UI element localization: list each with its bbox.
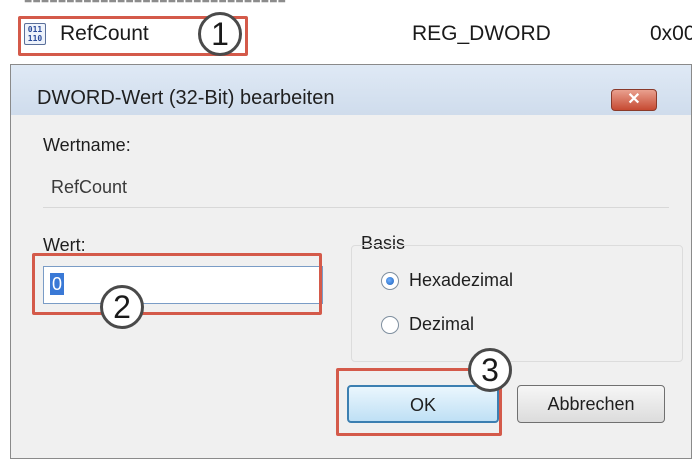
callout-1: 1 [198, 12, 242, 56]
callout-3: 3 [468, 348, 512, 392]
registry-row-data: 0x00 [650, 22, 692, 45]
highlight-box-value [32, 253, 322, 315]
registry-row-type: REG_DWORD [412, 22, 551, 45]
value-name-field: RefCount [43, 167, 669, 208]
hex-radio-label[interactable]: Hexadezimal [409, 270, 513, 291]
cancel-button[interactable]: Abbrechen [517, 385, 665, 423]
dialog-title: DWORD-Wert (32-Bit) bearbeiten [37, 87, 335, 109]
base-groupbox [351, 245, 683, 362]
close-icon: ✕ [627, 91, 641, 108]
hex-radio[interactable] [381, 272, 399, 290]
decimal-radio-label[interactable]: Dezimal [409, 314, 474, 335]
callout-2: 2 [100, 285, 144, 329]
close-button[interactable]: ✕ [611, 89, 657, 111]
dialog-titlebar: DWORD-Wert (32-Bit) bearbeiten ✕ [11, 65, 691, 115]
decimal-radio[interactable] [381, 316, 399, 334]
value-name-label: Wertname: [43, 135, 131, 155]
value-name-text: RefCount [51, 177, 128, 197]
registry-previous-row-fragment: ■■■■■■■■■■■■■■■■■■■■■■■■■■■■■■■ [0, 0, 692, 8]
